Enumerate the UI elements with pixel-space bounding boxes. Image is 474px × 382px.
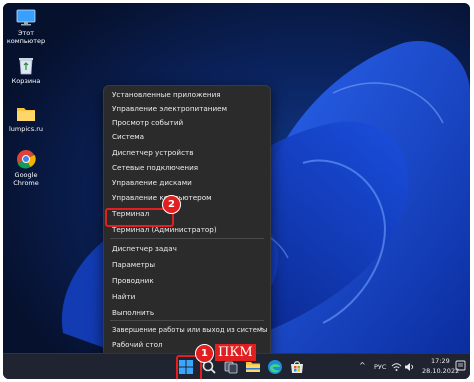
right-click-label: ПКМ [215,344,256,361]
recycle-bin-icon [19,58,33,75]
monitor-icon [16,9,36,26]
menu-item-shutdown-signout[interactable]: Завершение работы или выход из системы [112,324,267,336]
desktop-icon-label: Google Chrome [13,171,39,187]
screenshot-frame: Этот компьютер Корзина lumpics.ru Google… [3,3,470,379]
desktop-icon-folder[interactable]: lumpics.ru [3,105,49,133]
desktop-icon-label: lumpics.ru [8,125,43,133]
menu-item-disk-management[interactable]: Управление дисками [112,177,192,189]
menu-item-file-explorer[interactable]: Проводник [112,275,154,287]
menu-item-task-manager[interactable]: Диспетчер задач [112,243,177,255]
notification-icon[interactable] [455,360,466,373]
menu-item-device-manager[interactable]: Диспетчер устройств [112,147,193,159]
folder-icon [17,108,35,121]
desktop-icon-label: Корзина [11,77,41,85]
menu-item-installed-apps[interactable]: Установленные приложения [112,89,221,101]
menu-item-power-options[interactable]: Управление электропитанием [112,103,227,115]
step-1-badge: 1 [195,344,214,363]
language-indicator[interactable]: РУС [374,363,386,371]
menu-item-settings[interactable]: Параметры [112,259,155,271]
menu-item-desktop[interactable]: Рабочий стол [112,339,163,351]
chrome-icon [17,150,36,169]
task-view-icon[interactable] [223,359,239,375]
wifi-icon[interactable] [391,362,402,372]
menu-item-event-viewer[interactable]: Просмотр событий [112,117,183,129]
desktop-icon-recycle-bin[interactable]: Корзина [3,55,49,85]
desktop-icon-google-chrome[interactable]: Google Chrome [3,149,49,187]
menu-item-run[interactable]: Выполнить [112,307,154,319]
volume-icon[interactable] [404,362,415,372]
edge-icon[interactable] [267,359,283,375]
chevron-up-icon[interactable]: ^ [359,361,366,370]
menu-item-search[interactable]: Найти [112,291,135,303]
menu-separator [110,320,264,321]
step-2-badge: 2 [162,195,181,214]
desktop-icon-label: Этот компьютер [6,29,46,45]
file-explorer-icon[interactable] [245,359,261,375]
clock-time[interactable]: 17:29 [431,357,450,365]
menu-item-system[interactable]: Система [112,131,144,143]
clock-date[interactable]: 28.10.2022 [422,367,459,375]
menu-separator [110,238,264,239]
chevron-right-icon: › [259,324,263,333]
menu-item-network-connections[interactable]: Сетевые подключения [112,162,198,174]
desktop-icon-this-pc[interactable]: Этот компьютер [3,9,49,45]
store-icon[interactable] [289,359,305,375]
